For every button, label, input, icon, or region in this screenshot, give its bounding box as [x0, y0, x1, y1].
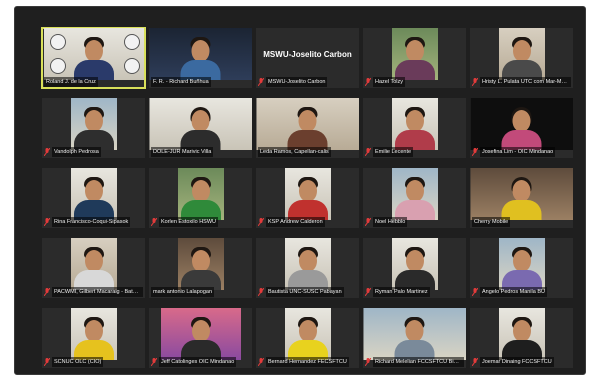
participant-video — [363, 308, 466, 360]
participant-name-label: Angelo Pedros Manila BU — [472, 287, 571, 297]
muted-mic-icon — [258, 288, 264, 296]
participant-tile[interactable]: Joemar Dinaing FCCSFTCU — [470, 308, 573, 368]
participant-name-label: Hazel Tolzy — [365, 77, 464, 87]
muted-mic-icon — [365, 358, 371, 366]
participant-tile[interactable]: Korlen Estoxilo HSWU — [149, 168, 252, 228]
participant-video — [284, 238, 331, 290]
participant-video — [284, 168, 331, 220]
participant-name-label: MSWU-Joselito Carbon — [258, 77, 357, 87]
muted-mic-icon — [365, 148, 371, 156]
participant-video — [391, 168, 438, 220]
participant-name-label: Vandolph Pedrosa — [44, 147, 143, 157]
participant-video — [256, 98, 359, 150]
participant-name-label: Noel Hebblo — [365, 217, 464, 227]
muted-mic-icon — [44, 148, 50, 156]
participant-name-label: Rina Francisco-Coqui-Sipasok — [44, 217, 143, 227]
muted-mic-icon — [151, 218, 157, 226]
participant-video — [70, 238, 117, 290]
muted-mic-icon — [44, 288, 50, 296]
participant-video — [498, 308, 545, 360]
participant-tile[interactable]: Bautista UNC-SUSC Pabayan — [256, 238, 359, 298]
participant-tile[interactable]: Bernard Hernandez FECSFTCU — [256, 308, 359, 368]
participant-video — [70, 308, 117, 360]
participant-name-label: SCNUC OLC (CIO) — [44, 357, 143, 367]
participant-tile[interactable]: Hazel Tolzy — [363, 28, 466, 88]
participant-tile[interactable]: Cherry Mobile — [470, 168, 573, 228]
participant-video — [149, 28, 252, 80]
participant-tile[interactable]: DOLE-JUR Marivic Villa — [149, 98, 252, 158]
participant-video — [391, 28, 438, 80]
participant-name-label: Hristy L. Pulata UTC com Mar-Muyot — [472, 77, 571, 87]
participant-name-label: Roland J. de la Cruz — [44, 77, 98, 87]
participant-video — [470, 168, 573, 220]
muted-mic-icon — [44, 218, 50, 226]
participant-video — [470, 98, 573, 150]
participant-tile[interactable]: Rina Francisco-Coqui-Sipasok — [42, 168, 145, 228]
participant-video — [177, 238, 224, 290]
participant-name-label: PACWMI, Gilbert Macaraig - Batangas — [44, 287, 143, 297]
muted-mic-icon — [258, 78, 264, 86]
participant-name-label: Richard Melelian FCCSFTCU Binali — [365, 357, 464, 367]
participant-video — [391, 98, 438, 150]
muted-mic-icon — [365, 288, 371, 296]
participant-tile[interactable]: SCNUC OLC (CIO) — [42, 308, 145, 368]
participant-tile[interactable]: Emilie Lecente — [363, 98, 466, 158]
participant-name-label: mark antonio Lalapogan — [151, 287, 215, 297]
participant-tile[interactable]: MSWU-Joselito Carbon MSWU-Joselito Carbo… — [256, 28, 359, 88]
participant-name-label: Ryman Palo Martinez — [365, 287, 464, 297]
participant-name-label: Jeff Catolinges OIC Mindanao — [151, 357, 250, 367]
participant-video — [70, 168, 117, 220]
participant-tile[interactable]: Hristy L. Pulata UTC com Mar-Muyot — [470, 28, 573, 88]
muted-mic-icon — [365, 218, 371, 226]
participant-name-label: Bautista UNC-SUSC Pabayan — [258, 287, 357, 297]
participant-name-label: Korlen Estoxilo HSWU — [151, 217, 250, 227]
participant-name-label: DOLE-JUR Marivic Villa — [151, 147, 214, 157]
participant-name-label: KSP Andrew Calderon — [258, 217, 357, 227]
participant-name-label: Leda Ramos, Capellan-calis — [258, 147, 331, 157]
participant-video — [70, 98, 117, 150]
participant-tile[interactable]: KSP Andrew Calderon — [256, 168, 359, 228]
participant-video — [498, 28, 545, 80]
muted-mic-icon — [151, 358, 157, 366]
participant-tile[interactable]: Roland J. de la Cruz — [41, 27, 146, 89]
participant-grid: Roland J. de la Cruz F. R. - Richard Buñ… — [28, 27, 580, 372]
participant-tile[interactable]: Ryman Palo Martinez — [363, 238, 466, 298]
muted-mic-icon — [472, 148, 478, 156]
participant-video — [149, 98, 252, 150]
participant-name-label: Emilie Lecente — [365, 147, 464, 157]
participant-tile[interactable]: Richard Melelian FCCSFTCU Binali — [363, 308, 466, 368]
participant-video-off-name: MSWU-Joselito Carbon — [263, 50, 352, 59]
participant-video — [284, 308, 331, 360]
participant-name-label: Bernard Hernandez FECSFTCU — [258, 357, 357, 367]
participant-tile[interactable]: Leda Ramos, Capellan-calis — [256, 98, 359, 158]
muted-mic-icon — [258, 358, 264, 366]
muted-mic-icon — [44, 358, 50, 366]
participant-video — [160, 308, 241, 360]
participant-name-label: Cherry Mobile — [472, 217, 511, 227]
participant-name-label: F. R. - Richard Buñhua — [151, 77, 211, 87]
participant-tile[interactable]: Vandolph Pedrosa — [42, 98, 145, 158]
participant-tile[interactable]: F. R. - Richard Buñhua — [149, 28, 252, 88]
muted-mic-icon — [365, 78, 371, 86]
participant-tile[interactable]: PACWMI, Gilbert Macaraig - Batangas — [42, 238, 145, 298]
muted-mic-icon — [472, 358, 478, 366]
participant-tile[interactable]: Josefina Lim - OIC Mindanao — [470, 98, 573, 158]
muted-mic-icon — [472, 78, 478, 86]
participant-tile[interactable]: Jeff Catolinges OIC Mindanao — [149, 308, 252, 368]
participant-tile[interactable]: mark antonio Lalapogan — [149, 238, 252, 298]
participant-video — [43, 28, 144, 80]
participant-name-label: Josefina Lim - OIC Mindanao — [472, 147, 571, 157]
participant-video — [498, 238, 545, 290]
participant-video — [391, 238, 438, 290]
muted-mic-icon — [258, 218, 264, 226]
participant-name-label: Joemar Dinaing FCCSFTCU — [472, 357, 571, 367]
participant-tile[interactable]: Angelo Pedros Manila BU — [470, 238, 573, 298]
participant-tile[interactable]: Noel Hebblo — [363, 168, 466, 228]
participant-video — [177, 168, 224, 220]
muted-mic-icon — [472, 288, 478, 296]
